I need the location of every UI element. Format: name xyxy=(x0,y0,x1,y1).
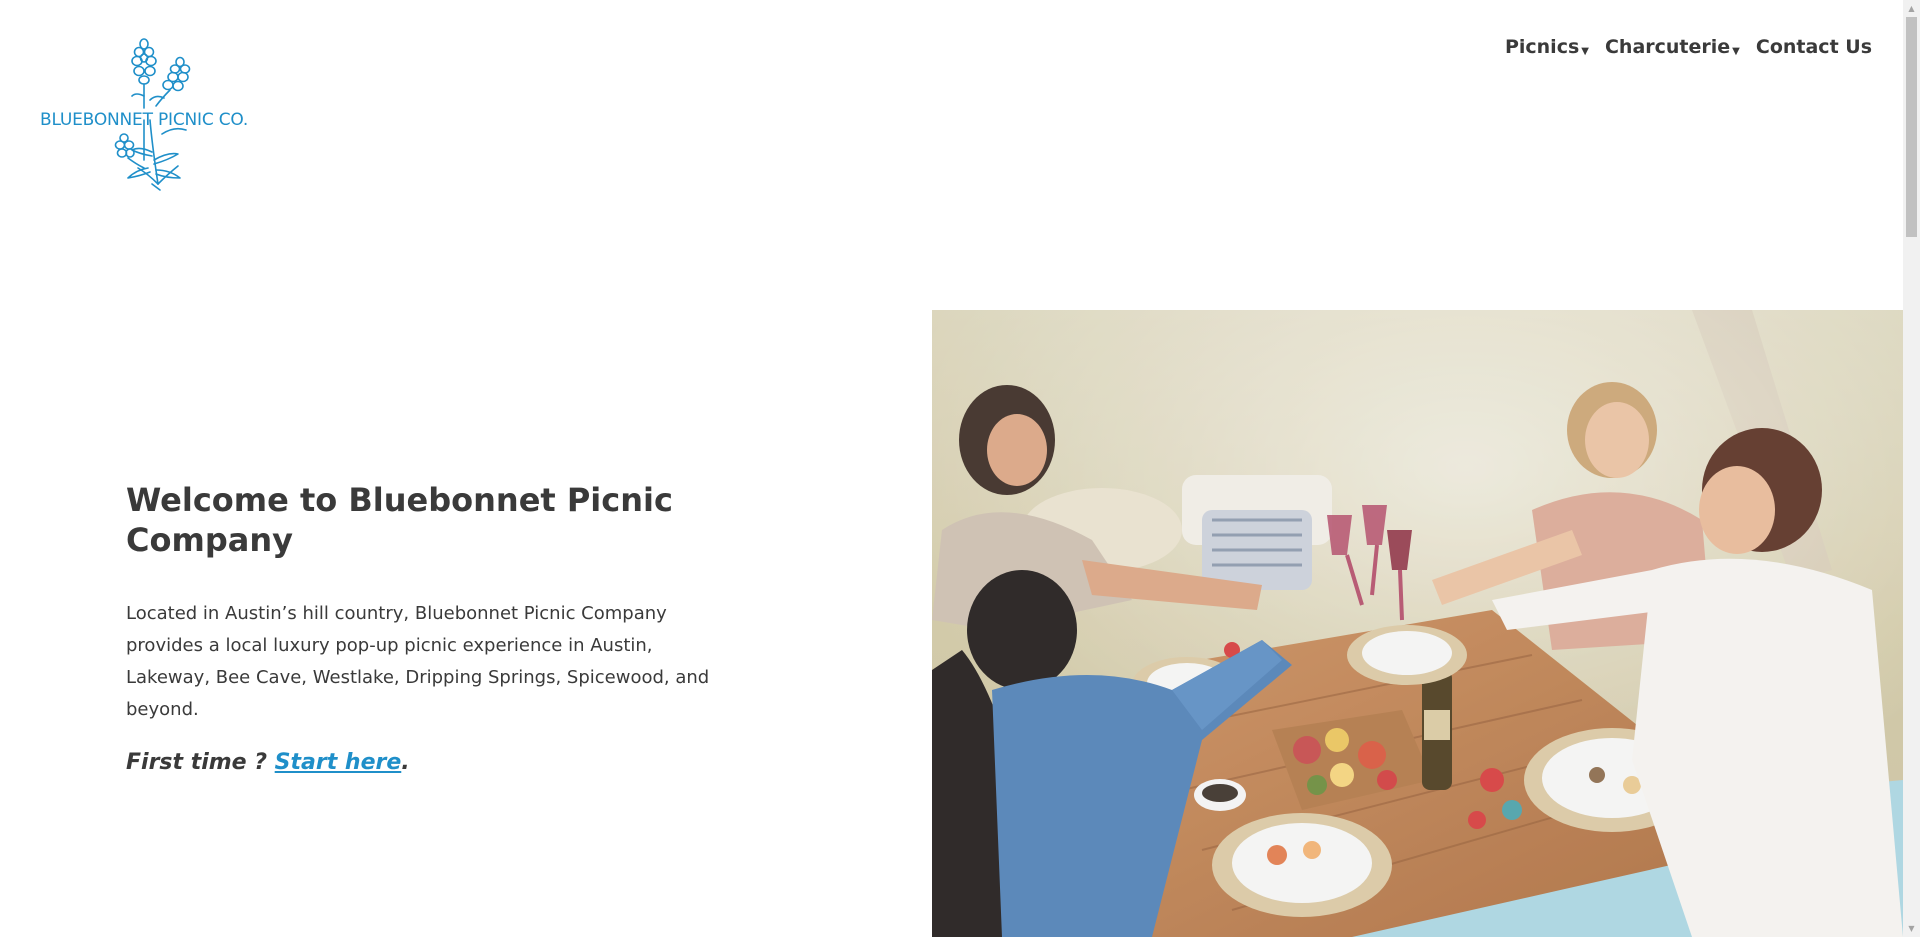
start-here-link[interactable]: Start here xyxy=(275,750,402,775)
nav-item-charcuterie[interactable]: Charcuterie ▼ xyxy=(1605,36,1740,58)
hero-photo xyxy=(932,310,1903,937)
scroll-up-icon[interactable]: ▲ xyxy=(1903,0,1920,17)
scroll-down-icon[interactable]: ▼ xyxy=(1903,920,1920,937)
first-time-prefix: First time ? xyxy=(126,750,275,775)
logo-text: BLUEBONNET PICNIC CO. xyxy=(40,110,249,130)
nav-item-label: Contact Us xyxy=(1755,36,1872,58)
scroll-thumb[interactable] xyxy=(1906,17,1917,237)
site-logo[interactable]: BLUEBONNET PICNIC CO. xyxy=(40,34,280,194)
page-scrollbar[interactable]: ▲ ▼ xyxy=(1903,0,1920,937)
chevron-down-icon: ▼ xyxy=(1732,46,1740,57)
chevron-down-icon: ▼ xyxy=(1581,46,1589,57)
hero-section: Welcome to Bluebonnet Picnic Company Loc… xyxy=(126,480,766,775)
first-time-prompt: First time ? Start here. xyxy=(126,750,766,775)
nav-item-contact-us[interactable]: Contact Us xyxy=(1756,36,1872,58)
nav-item-picnics[interactable]: Picnics ▼ xyxy=(1505,36,1589,58)
picnic-photo-image xyxy=(932,310,1903,937)
page-title: Welcome to Bluebonnet Picnic Company xyxy=(126,481,673,559)
first-time-suffix: . xyxy=(401,750,410,775)
page: BLUEBONNET PICNIC CO. Picnics ▼ Charcute… xyxy=(0,0,1920,937)
nav-item-label: Picnics xyxy=(1504,36,1580,58)
main-nav: Picnics ▼ Charcuterie ▼ Contact Us xyxy=(1505,36,1872,58)
nav-item-label: Charcuterie xyxy=(1604,36,1731,58)
hero-description: Located in Austin’s hill country, Bluebo… xyxy=(126,603,710,720)
